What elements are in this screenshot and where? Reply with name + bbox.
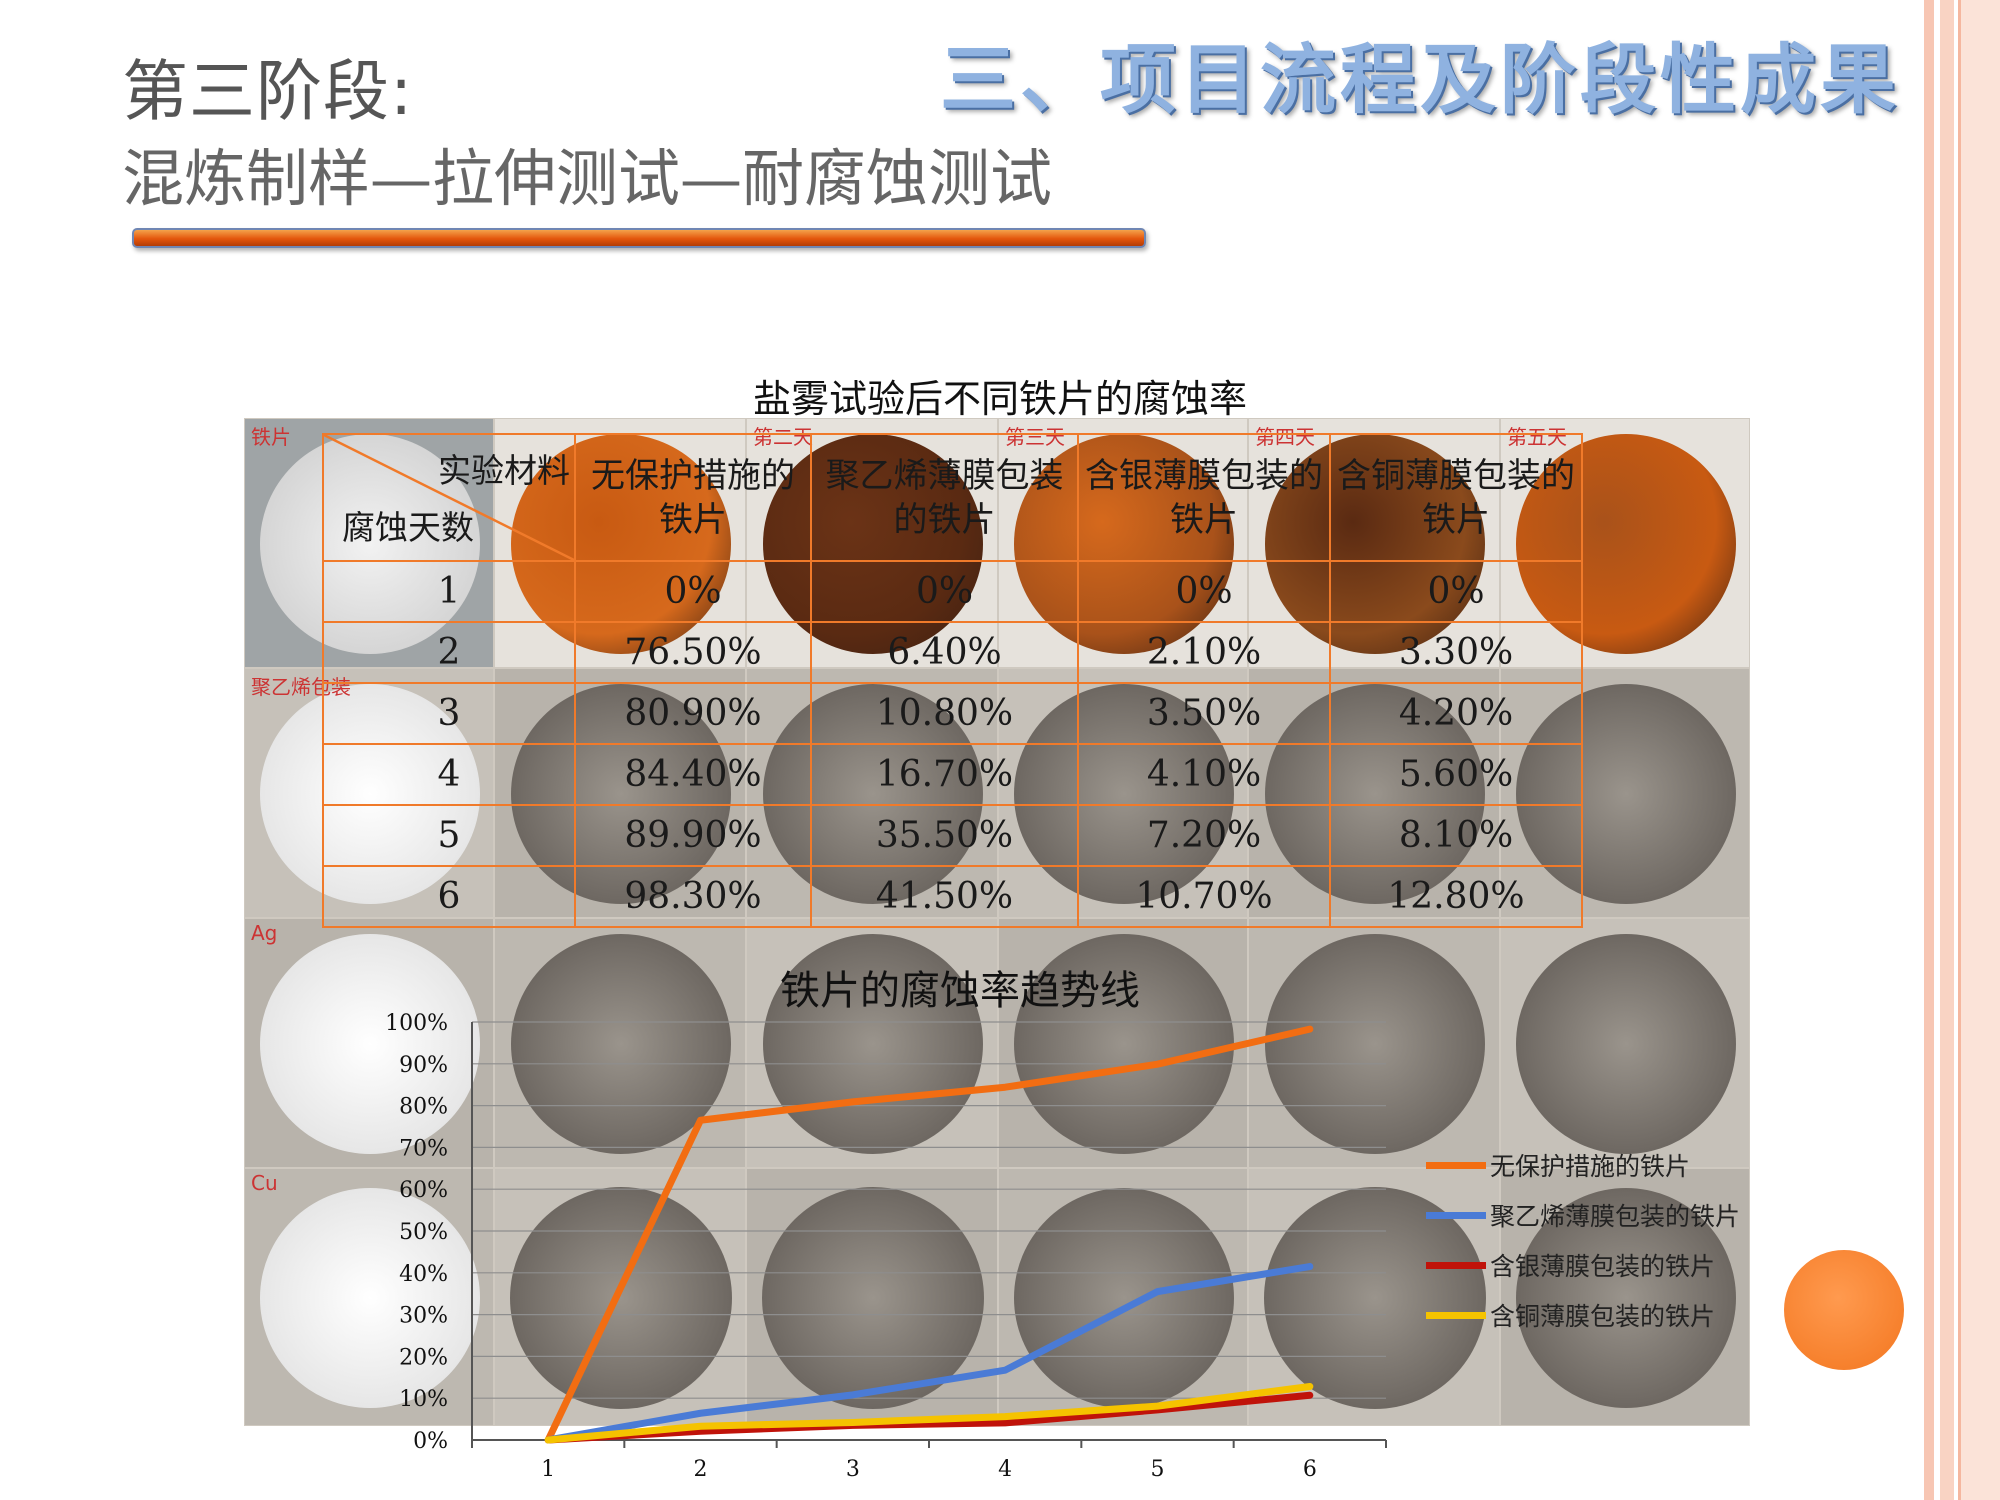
decor-stripe-3 (1958, 0, 2000, 1500)
legend-swatch (1426, 1311, 1486, 1319)
x-tick-label: 5 (1151, 1457, 1165, 1482)
legend-label: 含铜薄膜包装的铁片 (1490, 1302, 1716, 1331)
table-row: 1 0% 0% 0% 0% (322, 560, 1583, 623)
value-cell: 4.20% (1329, 682, 1583, 745)
value-cell: 80.90% (574, 682, 812, 745)
table-row: 6 98.30% 41.50% 10.70% 12.80% (322, 865, 1583, 928)
photo-label: Ag (251, 921, 278, 945)
value-cell: 89.90% (574, 804, 812, 867)
day-cell: 3 (322, 682, 576, 745)
value-cell: 10.80% (810, 682, 1079, 745)
y-tick-label: 0% (413, 1429, 448, 1454)
table-row: 3 80.90% 10.80% 3.50% 4.20% (322, 682, 1583, 745)
x-tick-label: 6 (1303, 1457, 1317, 1482)
table-row: 2 76.50% 6.40% 2.10% 3.30% (322, 621, 1583, 684)
legend-label: 无保护措施的铁片 (1490, 1152, 1691, 1181)
legend-swatch (1426, 1211, 1486, 1219)
sample-disc (762, 1187, 984, 1409)
value-cell: 10.70% (1077, 865, 1331, 928)
sample-photo (1500, 918, 1750, 1168)
sample-photo: Ag (244, 918, 494, 1168)
stage-subtitle: 混炼制样—拉伸测试—耐腐蚀测试 (122, 142, 1053, 215)
value-cell: 84.40% (574, 743, 812, 806)
sample-disc (260, 1188, 480, 1408)
legend-item: 含铜薄膜包装的铁片 (1426, 1290, 1740, 1340)
value-cell: 3.50% (1077, 682, 1331, 745)
value-cell: 12.80% (1329, 865, 1583, 928)
legend-item: 无保护措施的铁片 (1426, 1140, 1740, 1190)
sample-photo (746, 918, 998, 1168)
sample-disc (510, 1187, 732, 1409)
legend-swatch (1426, 1161, 1486, 1169)
value-cell: 6.40% (810, 621, 1079, 684)
table-title: 盐雾试验后不同铁片的腐蚀率 (752, 377, 1247, 421)
photo-label: 铁片 (251, 425, 291, 449)
sample-photo (494, 1168, 746, 1426)
sample-photo (998, 918, 1248, 1168)
sample-photo (746, 1168, 998, 1426)
decor-stripe-1 (1924, 0, 1934, 1500)
x-tick-label: 2 (694, 1457, 708, 1482)
legend-label: 含银薄膜包装的铁片 (1490, 1252, 1716, 1281)
decor-orange-circle (1784, 1250, 1904, 1370)
value-cell: 0% (1329, 560, 1583, 623)
value-cell: 35.50% (810, 804, 1079, 867)
corrosion-table: 实验材料 腐蚀天数 无保护措施的铁片 聚乙烯薄膜包装的铁片 含银薄膜包装的铁片 … (322, 433, 1583, 928)
sample-disc (1014, 1188, 1234, 1408)
legend-item: 含银薄膜包装的铁片 (1426, 1240, 1740, 1290)
value-cell: 16.70% (810, 743, 1079, 806)
corner-label-days: 腐蚀天数 (342, 508, 474, 547)
day-cell: 1 (322, 560, 576, 623)
value-cell: 0% (1077, 560, 1331, 623)
col-header: 含银薄膜包装的铁片 (1077, 433, 1331, 562)
title-underline-bar (132, 228, 1146, 248)
sample-photo: Cu (244, 1168, 494, 1426)
value-cell: 7.20% (1077, 804, 1331, 867)
chart-title: 铁片的腐蚀率趋势线 (780, 968, 1140, 1014)
x-tick-label: 1 (541, 1457, 555, 1482)
value-cell: 76.50% (574, 621, 812, 684)
value-cell: 41.50% (810, 865, 1079, 928)
sample-photo (998, 1168, 1248, 1426)
chart-legend: 无保护措施的铁片 聚乙烯薄膜包装的铁片 含银薄膜包装的铁片 含铜薄膜包装的铁片 (1426, 1140, 1740, 1340)
sample-photo (494, 918, 746, 1168)
legend-swatch (1426, 1261, 1486, 1269)
value-cell: 0% (574, 560, 812, 623)
col-header: 含铜薄膜包装的铁片 (1329, 433, 1583, 562)
value-cell: 98.30% (574, 865, 812, 928)
col-header: 聚乙烯薄膜包装的铁片 (810, 433, 1079, 562)
day-cell: 4 (322, 743, 576, 806)
section-title: 三、项目流程及阶段性成果 (940, 35, 1900, 124)
value-cell: 5.60% (1329, 743, 1583, 806)
table-corner-cell: 实验材料 腐蚀天数 (322, 433, 576, 562)
value-cell: 0% (810, 560, 1079, 623)
sample-disc (260, 934, 480, 1154)
sample-photo (1248, 918, 1500, 1168)
value-cell: 2.10% (1077, 621, 1331, 684)
photo-label: Cu (251, 1171, 278, 1195)
value-cell: 3.30% (1329, 621, 1583, 684)
value-cell: 4.10% (1077, 743, 1331, 806)
stage-title: 第三阶段: (122, 53, 414, 130)
day-cell: 5 (322, 804, 576, 867)
corner-label-material: 实验材料 (438, 451, 570, 490)
table-row: 4 84.40% 16.70% 4.10% 5.60% (322, 743, 1583, 806)
day-cell: 6 (322, 865, 576, 928)
value-cell: 8.10% (1329, 804, 1583, 867)
decor-stripe-2 (1940, 0, 1954, 1500)
x-tick-label: 3 (846, 1457, 860, 1482)
x-tick-label: 4 (998, 1457, 1012, 1482)
table-header-row: 实验材料 腐蚀天数 无保护措施的铁片 聚乙烯薄膜包装的铁片 含银薄膜包装的铁片 … (322, 433, 1583, 562)
sample-disc (1516, 934, 1736, 1154)
table-row: 5 89.90% 35.50% 7.20% 8.10% (322, 804, 1583, 867)
col-header: 无保护措施的铁片 (574, 433, 812, 562)
sample-disc (1265, 934, 1485, 1154)
day-cell: 2 (322, 621, 576, 684)
sample-disc (511, 934, 731, 1154)
legend-item: 聚乙烯薄膜包装的铁片 (1426, 1190, 1740, 1240)
legend-label: 聚乙烯薄膜包装的铁片 (1490, 1202, 1741, 1231)
